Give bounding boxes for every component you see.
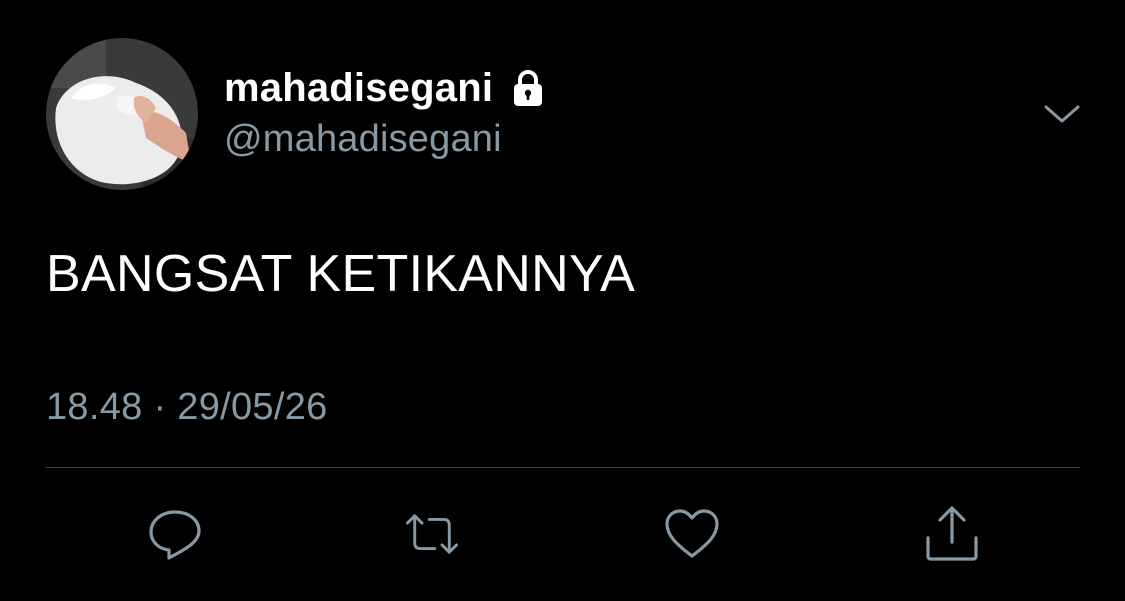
retweet-button[interactable]	[402, 504, 462, 564]
like-button[interactable]	[662, 504, 722, 564]
reply-button[interactable]	[145, 504, 205, 564]
handle[interactable]: @mahadisegani	[224, 118, 502, 161]
chevron-down-icon[interactable]	[1040, 94, 1084, 134]
reply-icon	[149, 510, 201, 560]
divider	[46, 467, 1080, 468]
avatar[interactable]	[46, 38, 198, 190]
share-icon	[926, 506, 978, 561]
tweet-text: BANGSAT KETIKANNYA	[46, 245, 636, 303]
retweet-icon	[406, 514, 458, 554]
share-button[interactable]	[922, 504, 982, 564]
display-name[interactable]: mahadisegani	[224, 66, 493, 111]
heart-icon	[665, 509, 719, 558]
tweet-timestamp: 18.48 · 29/05/26	[46, 386, 328, 428]
lock-icon	[507, 67, 549, 109]
avatar-image	[46, 38, 198, 190]
author-name-row[interactable]: mahadisegani	[224, 62, 549, 114]
